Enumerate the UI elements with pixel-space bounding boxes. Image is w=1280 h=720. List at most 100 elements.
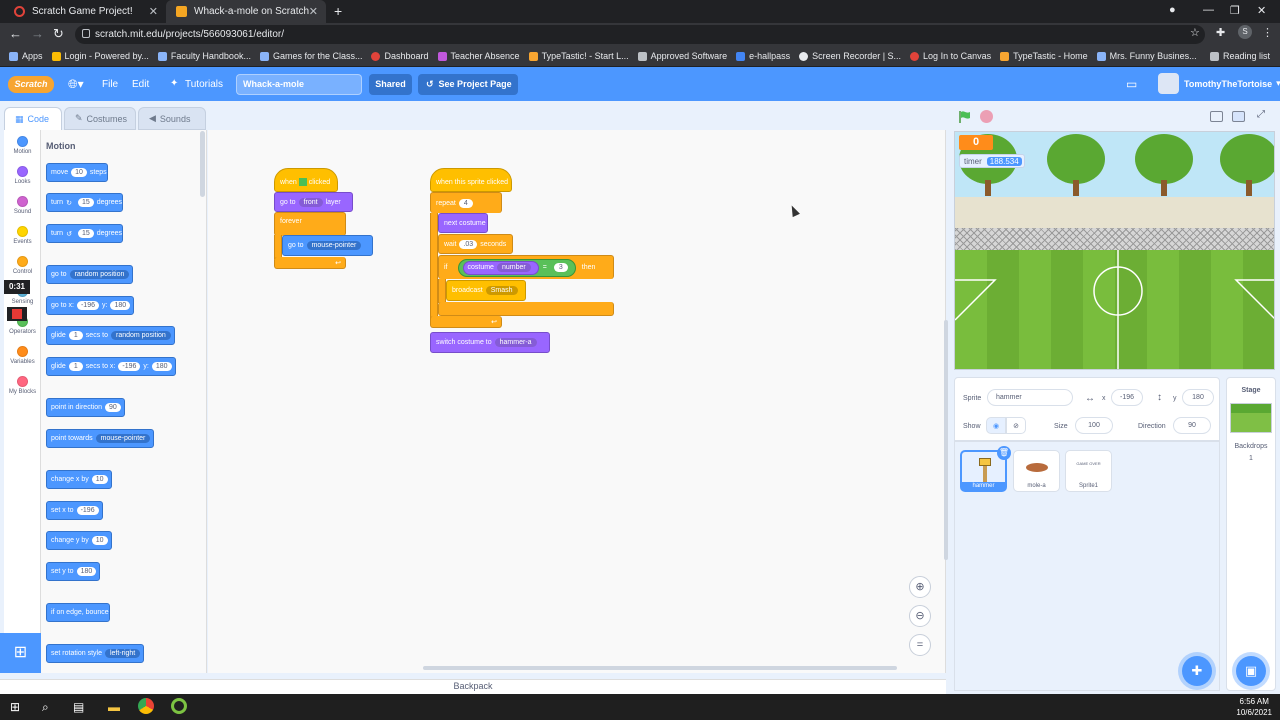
- direction-input[interactable]: 90: [1173, 417, 1211, 434]
- x-input[interactable]: -196: [1111, 389, 1143, 406]
- category-sound[interactable]: Sound: [4, 196, 41, 215]
- block-costume-number[interactable]: costume number: [462, 260, 539, 275]
- hat-when-sprite-clicked[interactable]: when this sprite clicked: [430, 168, 512, 192]
- star-icon[interactable]: ☆: [1190, 26, 1200, 39]
- scratch-logo[interactable]: Scratch: [8, 76, 54, 93]
- stop-icon[interactable]: [980, 110, 993, 123]
- category-variables[interactable]: Variables: [4, 346, 41, 365]
- block-turn-right[interactable]: turn ↻ 15 degrees: [46, 193, 124, 212]
- record-icon[interactable]: ●: [1169, 4, 1176, 16]
- new-tab-icon[interactable]: +: [334, 3, 342, 19]
- backpack[interactable]: Backpack: [0, 679, 946, 694]
- bookmark-item[interactable]: TypeTastic! - Start L...: [528, 51, 629, 61]
- zoom-in-button[interactable]: ⊕: [909, 576, 931, 598]
- block-rotation-style[interactable]: set rotation style left-right: [46, 644, 145, 663]
- block-turn-left[interactable]: turn ↺ 15 degrees: [46, 224, 124, 243]
- bookmark-item[interactable]: Teacher Absence: [437, 51, 520, 61]
- profile-avatar[interactable]: S: [1238, 25, 1252, 39]
- close-tab-icon[interactable]: ✕: [309, 5, 318, 18]
- bookmark-item[interactable]: Games for the Class...: [259, 51, 362, 61]
- back-icon[interactable]: ←: [9, 26, 22, 41]
- block-equals[interactable]: costume number = 3: [457, 258, 576, 277]
- sprite-thumb-hammer[interactable]: hammer 🗑︎: [960, 446, 1011, 492]
- choose-sprite-button[interactable]: ✚: [1182, 656, 1212, 686]
- browser-tab-scratch-game[interactable]: Scratch Game Project! ✕: [4, 0, 166, 23]
- category-my-blocks[interactable]: My Blocks: [4, 376, 41, 395]
- block-switch-costume[interactable]: switch costume to hammer-a: [430, 332, 550, 353]
- restore-icon[interactable]: ❐: [1230, 4, 1240, 17]
- tab-costumes[interactable]: ✎ Costumes: [64, 107, 136, 130]
- project-title-input[interactable]: Whack-a-mole: [236, 74, 362, 95]
- bookmark-item[interactable]: Dashboard: [371, 51, 429, 61]
- stage-selector[interactable]: Stage Backdrops 1: [1226, 377, 1276, 691]
- block-broadcast[interactable]: broadcast Smash: [446, 280, 526, 301]
- block-point-towards[interactable]: point towards mouse-pointer: [46, 429, 155, 448]
- category-events[interactable]: Events: [4, 226, 41, 245]
- bookmark-item[interactable]: e-hallpass: [736, 51, 790, 61]
- windows-start-icon[interactable]: ⊞: [10, 700, 20, 714]
- block-point-direction[interactable]: point in direction 90: [46, 398, 125, 417]
- block-bounce[interactable]: if on edge, bounce: [46, 603, 110, 622]
- vertical-scrollbar[interactable]: [944, 320, 948, 560]
- green-flag-icon[interactable]: [958, 110, 972, 124]
- bookmark-item[interactable]: TypeTastic - Home: [1000, 51, 1088, 61]
- block-forever[interactable]: forever: [274, 212, 346, 236]
- block-go-to-mouse[interactable]: go to mouse-pointer: [282, 235, 373, 256]
- file-menu[interactable]: File: [102, 79, 118, 90]
- search-icon[interactable]: ⌕: [42, 700, 49, 715]
- chrome-icon[interactable]: [138, 698, 154, 714]
- tab-code[interactable]: ▦ Code: [4, 107, 62, 130]
- y-input[interactable]: 180: [1182, 389, 1214, 406]
- see-project-page-button[interactable]: ↺ See Project Page: [418, 74, 518, 95]
- my-stuff-folder-icon[interactable]: ▭: [1126, 77, 1137, 91]
- bookmark-item[interactable]: Login - Powered by...: [51, 51, 149, 61]
- normal-stage-icon[interactable]: [1232, 111, 1245, 122]
- hat-when-flag-clicked[interactable]: when clicked: [274, 168, 338, 192]
- screencast-icon[interactable]: [171, 698, 187, 714]
- bookmark-item[interactable]: Mrs. Funny Busines...: [1096, 51, 1197, 61]
- stage-canvas[interactable]: 0 timer 188.534: [954, 131, 1275, 370]
- size-input[interactable]: 100: [1075, 417, 1113, 434]
- block-set-x[interactable]: set x to -196: [46, 501, 103, 520]
- category-motion[interactable]: Motion: [4, 136, 41, 155]
- globe-icon[interactable]: 🌐︎▾: [68, 77, 84, 92]
- extensions-icon[interactable]: ✚: [1216, 26, 1225, 39]
- block-change-y[interactable]: change y by 10: [46, 531, 112, 550]
- category-looks[interactable]: Looks: [4, 166, 41, 185]
- choose-backdrop-button[interactable]: ▣: [1236, 656, 1266, 686]
- address-bar[interactable]: scratch.mit.edu/projects/566093061/edito…: [75, 25, 1205, 44]
- zoom-out-button[interactable]: ⊖: [909, 605, 931, 627]
- block-go-to-layer[interactable]: go to front layer: [274, 192, 353, 212]
- shared-button[interactable]: Shared: [369, 74, 412, 95]
- block-glide-to[interactable]: glide 1 secs to random position: [46, 326, 175, 345]
- horizontal-scrollbar[interactable]: [423, 666, 897, 670]
- file-explorer-icon[interactable]: ▬: [108, 700, 120, 714]
- palette-scrollbar[interactable]: [200, 131, 205, 197]
- block-set-y[interactable]: set y to 180: [46, 562, 101, 581]
- fullscreen-icon[interactable]: ⤢: [1257, 109, 1270, 120]
- block-go-to-xy[interactable]: go to x: -196 y: 180: [46, 296, 135, 315]
- block-go-to[interactable]: go to random position: [46, 265, 134, 284]
- bookmark-item[interactable]: Log In to Canvas: [910, 51, 991, 61]
- edit-menu[interactable]: Edit: [132, 79, 149, 90]
- block-repeat[interactable]: repeat 4: [430, 192, 502, 213]
- block-move-steps[interactable]: move 10 steps: [46, 163, 108, 182]
- close-tab-icon[interactable]: ✕: [149, 5, 158, 18]
- bookmark-apps[interactable]: Apps: [9, 51, 43, 61]
- block-wait[interactable]: wait .03 seconds: [438, 234, 513, 254]
- more-menu-icon[interactable]: ⋮: [1262, 26, 1273, 39]
- block-change-x[interactable]: change x by 10: [46, 470, 112, 489]
- delete-sprite-icon[interactable]: 🗑︎: [997, 446, 1011, 460]
- category-control[interactable]: Control: [4, 256, 41, 275]
- small-stage-icon[interactable]: [1210, 111, 1223, 122]
- zoom-reset-button[interactable]: =: [909, 634, 931, 656]
- recorder-stop-button[interactable]: [7, 307, 27, 321]
- bookmark-item[interactable]: Screen Recorder | S...: [799, 51, 901, 61]
- reload-icon[interactable]: ↻: [53, 26, 64, 42]
- minimize-icon[interactable]: —: [1203, 4, 1214, 16]
- sprite-thumb-sprite1[interactable]: GAME OVER Sprite1: [1065, 450, 1112, 492]
- bookmark-item[interactable]: Faculty Handbook...: [157, 51, 251, 61]
- bookmark-item[interactable]: Approved Software: [637, 51, 727, 61]
- block-if-then[interactable]: if costume number = 3 then: [438, 255, 614, 279]
- block-glide-xy[interactable]: glide 1 secs to x: -196 y: 180: [46, 357, 176, 376]
